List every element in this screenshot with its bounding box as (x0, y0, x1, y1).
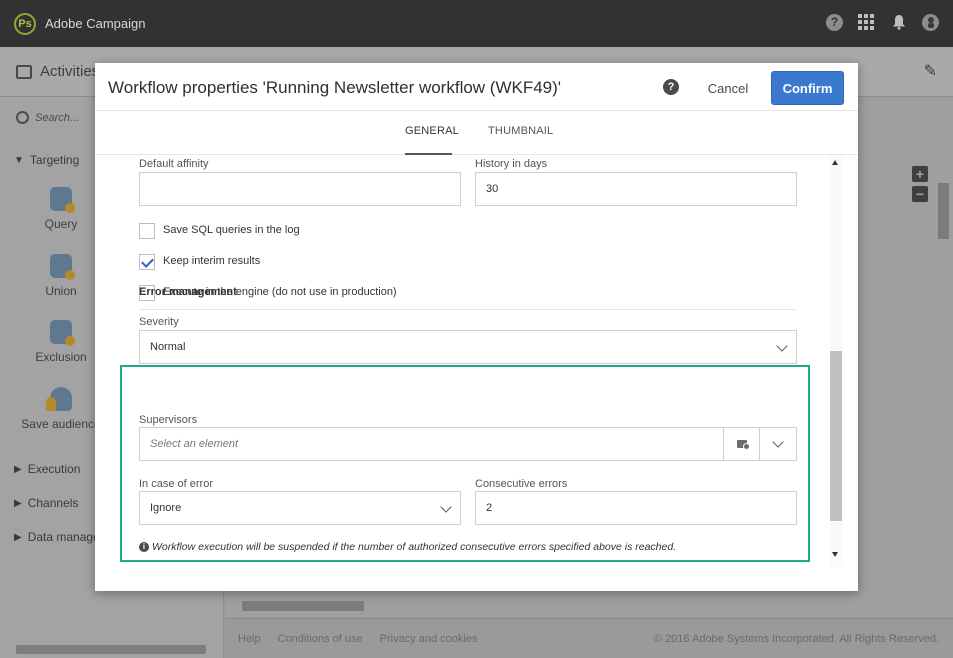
save-sql-checkbox[interactable] (139, 223, 155, 239)
dialog-title: Workflow properties 'Running Newsletter … (108, 78, 562, 97)
in-case-of-error-label: In case of error (139, 478, 213, 490)
zoom-out-icon[interactable]: − (912, 186, 928, 202)
tab-general[interactable]: GENERAL (405, 125, 459, 137)
section-channels[interactable]: ▶ Channels (14, 496, 78, 510)
error-management-divider (139, 309, 796, 310)
section-execution[interactable]: ▶ Execution (14, 462, 80, 476)
search-icon (16, 111, 29, 124)
cancel-button[interactable]: Cancel (698, 72, 758, 104)
app-title: Adobe Campaign (45, 16, 146, 31)
error-info-note: i Workflow execution will be suspended i… (139, 541, 676, 553)
footer-conditions-link[interactable]: Conditions of use (278, 633, 363, 645)
top-bar: Ps Adobe Campaign ? (0, 0, 953, 47)
workflow-properties-dialog: Workflow properties 'Running Newsletter … (95, 63, 858, 591)
footer-help-link[interactable]: Help (238, 633, 261, 645)
chevron-down-icon (776, 340, 788, 352)
people-icon (46, 387, 72, 411)
help-icon[interactable]: ? (663, 79, 679, 95)
canvas-vertical-scrollbar[interactable] (938, 183, 949, 239)
chevron-right-icon: ▶ (14, 497, 22, 509)
search-placeholder: Search... (35, 111, 80, 124)
scroll-down-arrow-icon[interactable] (832, 552, 838, 557)
dialog-tabs: GENERAL THUMBNAIL (95, 111, 858, 155)
database-icon (50, 187, 75, 213)
pencil-icon[interactable]: ✎ (924, 61, 937, 81)
browse-folder-button[interactable] (723, 428, 760, 460)
default-affinity-label: Default affinity (139, 158, 209, 170)
consecutive-errors-input[interactable]: 2 (475, 491, 797, 525)
supervisors-input[interactable]: Select an element (139, 427, 797, 461)
save-sql-label: Save SQL queries in the log (163, 224, 300, 236)
activity-search[interactable]: Search... (16, 111, 79, 124)
dialog-content: Default affinity History in days 30 Save… (95, 155, 830, 567)
error-management-highlight (120, 365, 810, 562)
severity-label: Severity (139, 316, 179, 328)
chevron-down-icon (772, 436, 784, 448)
chevron-right-icon: ▶ (14, 531, 22, 543)
in-case-of-error-select[interactable]: Ignore (139, 491, 461, 525)
bell-icon[interactable] (889, 12, 909, 32)
tab-thumbnail[interactable]: THUMBNAIL (488, 125, 553, 137)
adobe-campaign-logo: Ps (14, 12, 36, 35)
help-icon[interactable]: ? (826, 13, 843, 31)
keep-interim-checkbox[interactable] (139, 254, 155, 270)
database-icon (50, 254, 75, 280)
zoom-controls: + − (912, 166, 928, 202)
history-days-label: History in days (475, 158, 548, 170)
user-avatar-icon[interactable] (922, 13, 939, 31)
dialog-scrollbar-thumb[interactable] (830, 351, 842, 521)
zoom-in-icon[interactable]: + (912, 166, 928, 182)
canvas-horizontal-scrollbar[interactable] (242, 601, 364, 611)
section-data-management[interactable]: ▶ Data manage (14, 530, 100, 544)
severity-select[interactable]: Normal (139, 330, 797, 364)
consecutive-errors-label: Consecutive errors (475, 478, 568, 490)
database-icon (50, 320, 75, 346)
default-affinity-input[interactable] (139, 172, 461, 206)
apps-grid-icon[interactable] (856, 12, 876, 32)
top-bar-icons: ? (826, 12, 939, 32)
dialog-header: Workflow properties 'Running Newsletter … (95, 63, 858, 111)
panel-toggle-icon[interactable] (16, 65, 32, 79)
supervisors-dropdown-button[interactable] (759, 428, 796, 460)
folder-icon (737, 440, 750, 450)
error-management-title: Error management (139, 286, 237, 298)
chevron-right-icon: ▶ (14, 463, 22, 475)
footer-copyright: © 2016 Adobe Systems Incorporated. All R… (653, 633, 939, 645)
confirm-button[interactable]: Confirm (771, 71, 844, 105)
chevron-down-icon: ▼ (14, 154, 24, 166)
panel-horizontal-scrollbar[interactable] (16, 645, 206, 654)
chevron-down-icon (440, 501, 452, 513)
supervisors-label: Supervisors (139, 414, 198, 426)
info-icon: i (139, 542, 149, 552)
history-days-input[interactable]: 30 (475, 172, 797, 206)
keep-interim-label: Keep interim results (163, 255, 261, 267)
section-targeting[interactable]: ▼ Targeting (14, 153, 79, 167)
scroll-up-arrow-icon[interactable] (832, 160, 838, 165)
page-footer: Help Conditions of use Privacy and cooki… (225, 618, 953, 658)
activities-title: Activities (40, 63, 100, 80)
footer-privacy-link[interactable]: Privacy and cookies (380, 633, 478, 645)
